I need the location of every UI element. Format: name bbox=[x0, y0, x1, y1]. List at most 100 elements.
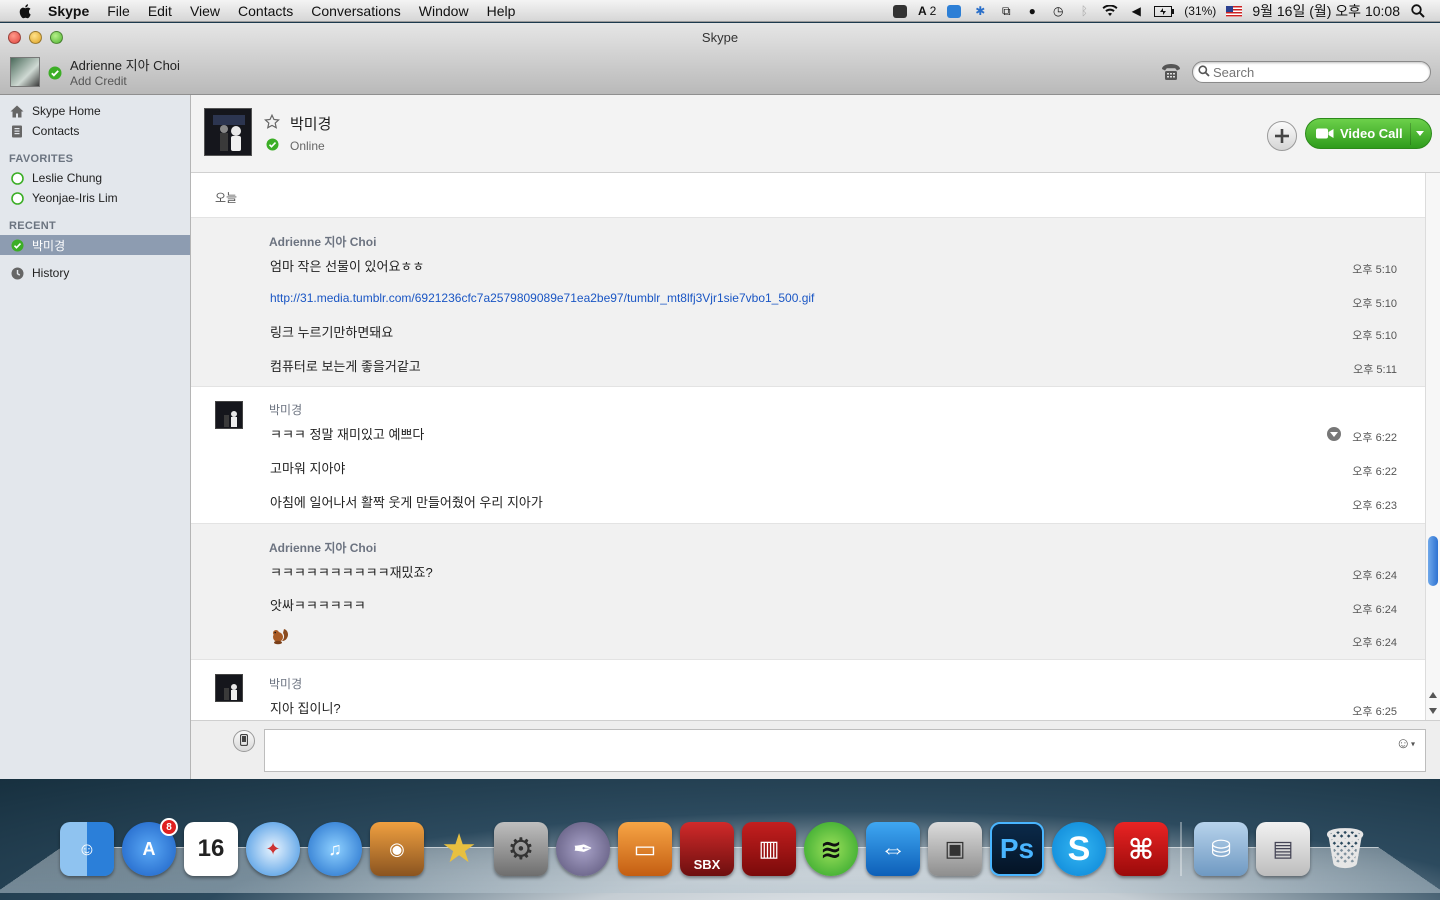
photoshop-icon[interactable]: Ps bbox=[990, 822, 1044, 876]
contact-avatar[interactable] bbox=[204, 108, 252, 156]
squirrel-emoticon-icon[interactable] bbox=[270, 626, 290, 649]
menu-window[interactable]: Window bbox=[419, 3, 469, 19]
sbx-app-icon[interactable]: SBX bbox=[680, 822, 734, 876]
window-tool-icon[interactable]: ⧉ bbox=[998, 4, 1014, 18]
add-participants-button[interactable] bbox=[1267, 121, 1297, 151]
battery-icon[interactable] bbox=[1154, 4, 1175, 18]
bluetooth-icon[interactable]: ᛒ bbox=[1076, 4, 1092, 18]
favorite-star-icon[interactable] bbox=[264, 113, 280, 133]
calendar-icon[interactable]: 16 bbox=[184, 822, 238, 876]
my-status-online-icon[interactable] bbox=[48, 66, 62, 83]
downloads-stack-icon[interactable]: ▤ bbox=[1256, 822, 1310, 876]
my-display-name[interactable]: Adrienne 지아 Choi bbox=[70, 55, 180, 74]
message-text[interactable]: 앗싸ㅋㅋㅋㅋㅋㅋ bbox=[270, 595, 366, 614]
message-text[interactable]: 엄마 작은 선물이 있어요ㅎㅎ bbox=[270, 256, 424, 275]
iphoto-camera-icon[interactable]: ◉ bbox=[370, 822, 424, 876]
sidebar-item-skype-home[interactable]: Skype Home bbox=[0, 101, 190, 121]
sidebar-item-recent-contact[interactable]: 박미경 bbox=[0, 235, 190, 255]
message-text[interactable]: 고마워 지아야 bbox=[270, 458, 345, 477]
emoticon-picker-icon[interactable]: ☺▾ bbox=[1396, 735, 1415, 752]
message-text[interactable]: ㅋㅋㅋ 정말 재미있고 예쁘다 bbox=[270, 424, 424, 443]
message-text[interactable]: 컴퓨터로 보는게 좋을거같고 bbox=[270, 356, 421, 375]
input-method-icon[interactable]: A2 bbox=[918, 4, 936, 18]
message-time: 오후 5:10 bbox=[1352, 264, 1397, 276]
skype-status-icon[interactable] bbox=[892, 4, 908, 18]
app-status-icon[interactable] bbox=[946, 4, 962, 18]
chat-scrollbar[interactable] bbox=[1425, 173, 1440, 720]
message-input-box[interactable]: ☺▾ bbox=[264, 729, 1426, 772]
menu-help[interactable]: Help bbox=[487, 3, 516, 19]
day-separator: 오늘 bbox=[191, 173, 1425, 218]
wifi-icon[interactable] bbox=[1102, 4, 1118, 18]
video-call-label: Video Call bbox=[1340, 126, 1403, 141]
menu-app-skype[interactable]: Skype bbox=[48, 3, 89, 19]
message-time: 오후 5:10 bbox=[1352, 330, 1397, 342]
menu-contacts[interactable]: Contacts bbox=[238, 3, 293, 19]
preview-photos-icon[interactable]: ▣ bbox=[928, 822, 982, 876]
sidebar-item-contacts[interactable]: Contacts bbox=[0, 121, 190, 141]
time-machine-icon[interactable]: ◷ bbox=[1050, 4, 1066, 18]
sender-avatar[interactable] bbox=[215, 674, 243, 702]
script-editor-quill-icon[interactable]: ✒ bbox=[556, 822, 610, 876]
safari-compass-icon[interactable]: ✦ bbox=[246, 822, 300, 876]
photo-booth-curtain-icon[interactable]: ▥ bbox=[742, 822, 796, 876]
message-text[interactable]: 링크 누르기만하면돼요 bbox=[270, 322, 393, 341]
message-menu-chevron-icon[interactable] bbox=[1327, 427, 1341, 441]
keynote-podium-icon[interactable]: ▭ bbox=[618, 822, 672, 876]
skype-dock-icon[interactable]: S bbox=[1052, 822, 1106, 876]
window-title: Skype bbox=[701, 30, 739, 45]
message-text[interactable]: 지아 집이니? bbox=[270, 698, 341, 717]
menu-view[interactable]: View bbox=[190, 3, 220, 19]
system-preferences-gear-icon[interactable]: ⚙ bbox=[494, 822, 548, 876]
trash-icon[interactable]: 🗑 bbox=[1318, 822, 1372, 876]
send-file-button[interactable] bbox=[233, 730, 255, 752]
hat-icon[interactable]: ● bbox=[1024, 4, 1040, 18]
sender-avatar[interactable] bbox=[215, 401, 243, 429]
menu-bar: Skype File Edit View Contacts Conversati… bbox=[0, 0, 1440, 22]
message-link[interactable]: http://31.media.tumblr.com/6921236cfc7a2… bbox=[270, 291, 814, 305]
sidebar-item-history[interactable]: History bbox=[0, 263, 190, 283]
add-credit-link[interactable]: Add Credit bbox=[70, 74, 127, 88]
scroll-up-arrow-icon[interactable] bbox=[1429, 692, 1437, 698]
my-avatar[interactable] bbox=[10, 57, 40, 87]
video-call-dropdown-icon[interactable] bbox=[1416, 131, 1424, 136]
dial-pad-phone-icon[interactable] bbox=[1160, 62, 1182, 82]
finder-icon[interactable]: ☺ bbox=[60, 822, 114, 876]
applications-folder-icon[interactable]: ⛁ bbox=[1194, 822, 1248, 876]
spotify-icon[interactable]: ≋ bbox=[804, 822, 858, 876]
teamviewer-arrows-icon[interactable]: ⇔ bbox=[866, 822, 920, 876]
imovie-star-icon[interactable]: ★ bbox=[432, 822, 486, 876]
scroll-down-arrow-icon[interactable] bbox=[1429, 708, 1437, 714]
video-call-button[interactable]: Video Call bbox=[1305, 118, 1432, 149]
menu-conversations[interactable]: Conversations bbox=[311, 3, 401, 19]
search-box[interactable] bbox=[1192, 61, 1431, 83]
menubar-clock[interactable]: 9월 16일 (월) 오후 10:08 bbox=[1252, 1, 1400, 21]
mobile-phone-icon bbox=[239, 733, 249, 749]
sidebar: Skype Home Contacts FAVORITES Leslie Chu… bbox=[0, 95, 191, 779]
message-text[interactable]: ㅋㅋㅋㅋㅋㅋㅋㅋㅋㅋ재밌죠? bbox=[270, 562, 433, 581]
skype-window: Skype Adrienne 지아 Choi Add Credit Skype … bbox=[0, 23, 1440, 779]
us-flag-icon[interactable] bbox=[1226, 4, 1243, 18]
menu-file[interactable]: File bbox=[107, 3, 130, 19]
sidebar-item-leslie-chung[interactable]: Leslie Chung bbox=[0, 168, 190, 188]
apple-menu-icon[interactable] bbox=[18, 3, 34, 19]
message-input[interactable] bbox=[265, 730, 1385, 770]
itunes-music-icon[interactable]: ♫ bbox=[308, 822, 362, 876]
plus-icon bbox=[1275, 125, 1289, 147]
dock: ☺ A 8 16 ✦ ♫ ◉ ★ ⚙ ✒ ▭ SBX ▥ ≋ ⇔ ▣ Ps S … bbox=[0, 779, 1440, 900]
adobe-reader-icon[interactable]: ⌘ bbox=[1114, 822, 1168, 876]
message-text[interactable]: 아침에 일어나서 활짝 웃게 만들어줬어 우리 지아가 bbox=[270, 492, 543, 511]
day-label: 오늘 bbox=[215, 191, 238, 205]
spotlight-search-icon[interactable] bbox=[1410, 4, 1426, 18]
search-icon bbox=[1198, 64, 1210, 80]
status-offline-icon bbox=[10, 171, 24, 185]
search-input[interactable] bbox=[1213, 64, 1413, 80]
app-store-icon[interactable]: A 8 bbox=[122, 818, 178, 876]
sidebar-item-yeonjae-iris-lim[interactable]: Yeonjae-Iris Lim bbox=[0, 188, 190, 208]
menu-edit[interactable]: Edit bbox=[148, 3, 172, 19]
message-group: 박미경 ㅋㅋㅋ 정말 재미있고 예쁘다 오후 6:22 고마워 지아야 오후 6… bbox=[191, 387, 1425, 524]
scrollbar-thumb[interactable] bbox=[1428, 536, 1438, 586]
volume-icon[interactable]: ◀ bbox=[1128, 4, 1144, 18]
dropbox-icon[interactable]: ✱ bbox=[972, 4, 988, 18]
contacts-book-icon bbox=[10, 124, 24, 138]
